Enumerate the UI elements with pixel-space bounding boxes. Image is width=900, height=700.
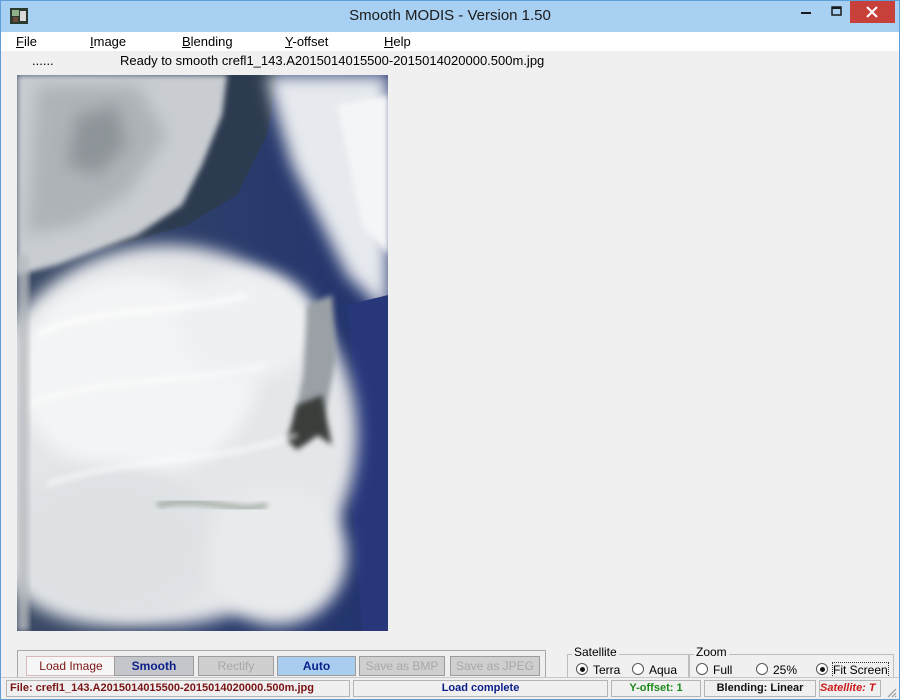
resize-grip-icon[interactable] bbox=[885, 686, 897, 698]
radio-zoom-fit-label: Fit Screen bbox=[832, 662, 889, 678]
save-bmp-button[interactable]: Save as BMP bbox=[359, 656, 445, 676]
radio-aqua-indicator bbox=[632, 663, 644, 675]
progress-dots: ...... bbox=[32, 53, 54, 68]
menu-file[interactable]: File bbox=[16, 34, 37, 49]
status-file: File: crefl1_143.A2015014015500-20150140… bbox=[6, 680, 350, 697]
close-button[interactable] bbox=[850, 1, 895, 23]
radio-terra[interactable]: Terra bbox=[576, 663, 620, 677]
menu-image[interactable]: Image bbox=[90, 34, 126, 49]
save-jpeg-button[interactable]: Save as JPEG bbox=[450, 656, 540, 676]
radio-zoom-25[interactable]: 25% bbox=[756, 663, 797, 677]
radio-terra-label: Terra bbox=[593, 663, 621, 677]
smooth-button[interactable]: Smooth bbox=[114, 656, 194, 676]
close-icon bbox=[866, 6, 878, 18]
status-blending: Blending: Linear bbox=[704, 680, 816, 697]
satellite-group-label: Satellite bbox=[572, 645, 619, 659]
status-satellite: Satellite: T bbox=[819, 680, 881, 697]
status-line: ...... Ready to smooth crefl1_143.A20150… bbox=[1, 51, 899, 70]
radio-terra-indicator bbox=[576, 663, 588, 675]
radio-zoom-full[interactable]: Full bbox=[696, 663, 732, 677]
rectify-button[interactable]: Rectify bbox=[198, 656, 274, 676]
zoom-group-label: Zoom bbox=[694, 645, 729, 659]
menu-blending[interactable]: Blending bbox=[182, 34, 233, 49]
radio-zoom-25-label: 25% bbox=[773, 663, 798, 677]
satellite-image-view[interactable] bbox=[17, 75, 388, 631]
radio-zoom-full-label: Full bbox=[713, 663, 733, 677]
radio-zoom-full-indicator bbox=[696, 663, 708, 675]
status-message: Ready to smooth crefl1_143.A201501401550… bbox=[120, 53, 545, 68]
radio-zoom-fit[interactable]: Fit Screen bbox=[816, 662, 889, 678]
load-image-button[interactable]: Load Image bbox=[26, 656, 116, 676]
modis-satellite-image bbox=[17, 75, 388, 631]
radio-zoom-25-indicator bbox=[756, 663, 768, 675]
status-y-offset: Y-offset: 1 bbox=[611, 680, 701, 697]
window-title: Smooth MODIS - Version 1.50 bbox=[349, 7, 551, 24]
menu-y-offset[interactable]: Y-offset bbox=[285, 34, 328, 49]
app-window: Smooth MODIS - Version 1.50 File Image B… bbox=[0, 0, 900, 700]
radio-aqua-label: Aqua bbox=[649, 663, 678, 677]
menu-help[interactable]: Help bbox=[384, 34, 411, 49]
menu-bar: File Image Blending Y-offset Help bbox=[1, 32, 899, 51]
status-load: Load complete bbox=[353, 680, 608, 697]
status-bar: File: crefl1_143.A2015014015500-20150140… bbox=[1, 677, 899, 699]
radio-aqua[interactable]: Aqua bbox=[632, 663, 677, 677]
auto-button[interactable]: Auto bbox=[277, 656, 356, 676]
title-bar[interactable]: Smooth MODIS - Version 1.50 bbox=[1, 1, 899, 32]
radio-zoom-fit-indicator bbox=[816, 663, 828, 675]
